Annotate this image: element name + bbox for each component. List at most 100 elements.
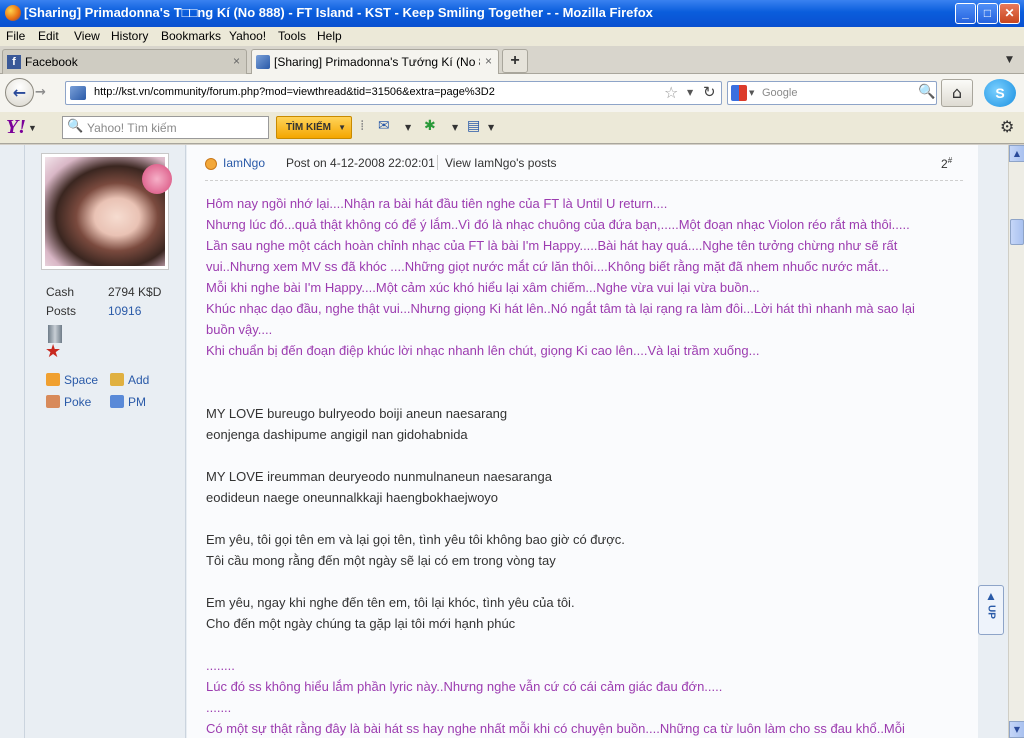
tab-label: Facebook (25, 55, 78, 69)
firefox-icon (5, 5, 21, 21)
tab-facebook[interactable]: f Facebook × (2, 49, 247, 74)
message-line: Mỗi khi nghe bài I'm Happy....Một cảm xú… (206, 280, 760, 295)
close-tab-icon[interactable]: × (485, 54, 492, 68)
yahoo-search-button[interactable]: TÌM KIẾM ▼ (276, 116, 352, 139)
search-bar[interactable]: ▼ Google 🔍 (727, 81, 937, 105)
page-dropdown-icon[interactable]: ▼ (488, 123, 494, 132)
view-posts-link[interactable]: View IamNgo's posts (445, 156, 556, 170)
menu-edit[interactable]: Edit (38, 29, 59, 43)
pm-link[interactable]: PM (110, 395, 146, 409)
scroll-up-button[interactable]: ▲ (1009, 145, 1024, 162)
message-line: MY LOVE bureugo bulryeodo boiji aneun na… (206, 406, 508, 421)
poke-link[interactable]: Poke (46, 395, 91, 409)
poke-icon (46, 395, 60, 408)
message-line: Cho đến một ngày chúng ta gặp lại tôi mớ… (206, 616, 516, 631)
scroll-thumb[interactable] (1010, 219, 1024, 245)
menu-view[interactable]: View (74, 29, 100, 43)
cash-label: Cash (46, 285, 75, 299)
minimize-button[interactable]: _ (955, 3, 976, 24)
menu-history[interactable]: History (111, 29, 148, 43)
address-bar[interactable]: http://kst.vn/community/forum.php?mod=vi… (65, 81, 722, 105)
author-sidebar: Cash 2794 K$D Posts 10916 ★ Space Add Po… (24, 145, 186, 738)
tab-kst-forum[interactable]: [Sharing] Primadonna's Tướng Kí (No 888.… (251, 49, 499, 75)
navigation-toolbar: ← → http://kst.vn/community/forum.php?mo… (0, 74, 1024, 112)
up-arrow-icon: ▲ (985, 589, 997, 603)
medal-icon: ★ (45, 325, 65, 362)
google-icon[interactable] (731, 85, 747, 101)
avatar-flower-decoration (142, 164, 172, 194)
page-icon[interactable]: ▤ (467, 118, 480, 134)
author-link[interactable]: IamNgo (223, 156, 265, 170)
search-icon: 🔍 (67, 119, 84, 134)
yahoo-search-input[interactable]: 🔍 Yahoo! Tìm kiếm (62, 116, 269, 139)
firefox-window: [Sharing] Primadonna's T□□ng Kí (No 888)… (0, 0, 1024, 738)
facebook-icon: f (7, 55, 21, 69)
window-title: [Sharing] Primadonna's T□□ng Kí (No 888)… (24, 5, 653, 20)
post-floor-number[interactable]: 2# (941, 156, 952, 171)
menu-bar: File Edit View History Bookmarks Yahoo! … (0, 27, 1024, 46)
scroll-down-button[interactable]: ▼ (1009, 721, 1024, 738)
posts-value[interactable]: 10916 (108, 304, 141, 318)
mail-icon[interactable]: ✉ (378, 118, 390, 134)
message-line: Em yêu, tôi gọi tên em và lại gọi tên, t… (206, 532, 625, 547)
post-area: IamNgo Post on 4-12-2008 22:02:01 View I… (187, 145, 978, 738)
sparkle-dropdown-icon[interactable]: ▼ (452, 123, 458, 132)
mail-dropdown-icon[interactable]: ▼ (405, 123, 411, 132)
space-link[interactable]: Space (46, 373, 98, 387)
close-button[interactable]: ✕ (999, 3, 1020, 24)
post-header: IamNgo Post on 4-12-2008 22:02:01 View I… (205, 155, 963, 181)
message-line: eodideun naege oneunnalkkaji haengbokhae… (206, 490, 499, 505)
maximize-button[interactable]: □ (977, 3, 998, 24)
forward-button[interactable]: → (35, 83, 55, 103)
menu-help[interactable]: Help (317, 29, 342, 43)
tab-bar: f Facebook × [Sharing] Primadonna's Tướn… (0, 46, 1024, 75)
url-text[interactable]: http://kst.vn/community/forum.php?mod=vi… (94, 86, 495, 98)
message-line: Lần sau nghe một cách hoàn chỉnh nhạc củ… (206, 238, 898, 253)
skype-icon[interactable]: S (984, 79, 1016, 107)
site-identity-icon[interactable] (70, 86, 86, 100)
toolbar-grip-icon: ⁞ (360, 118, 365, 134)
message-line: ....... (206, 700, 232, 715)
search-icon[interactable]: 🔍 (918, 84, 935, 100)
gear-icon[interactable]: ⚙ (1000, 117, 1014, 136)
search-input[interactable]: Google (762, 87, 797, 99)
yahoo-toolbar: Y! ▼ 🔍 Yahoo! Tìm kiếm TÌM KIẾM ▼ ⁞ ✉ ▼ ✱ … (0, 112, 1024, 144)
back-to-top-button[interactable]: ▲ UP (978, 585, 1004, 635)
sparkle-icon[interactable]: ✱ (424, 118, 436, 134)
message-line: eonjenga dashipume angigil nan gidohabni… (206, 427, 468, 442)
cash-value: 2794 K$D (108, 285, 162, 299)
message-line: Nhưng lúc đó...quả thật không có để ý lắ… (206, 217, 910, 232)
message-line: Hôm nay ngồi nhớ lại....Nhận ra bài hát … (206, 196, 668, 211)
message-line: Em yêu, ngay khi nghe đến tên em, tôi lạ… (206, 595, 575, 610)
menu-tools[interactable]: Tools (278, 29, 306, 43)
yahoo-search-placeholder: Yahoo! Tìm kiếm (87, 121, 177, 135)
reload-icon[interactable]: ↻ (703, 83, 716, 101)
menu-file[interactable]: File (6, 29, 25, 43)
add-friend-icon (110, 373, 124, 386)
search-engine-dropdown-icon[interactable]: ▼ (749, 89, 754, 97)
message-line: MY LOVE ireumman deuryeodo nunmulnaneun … (206, 469, 552, 484)
message-line: Lúc đó ss không hiểu lắm phần lyric này.… (206, 679, 723, 694)
yahoo-logo[interactable]: Y! ▼ (6, 116, 37, 139)
page-content: Cash 2794 K$D Posts 10916 ★ Space Add Po… (0, 145, 1008, 738)
bookmark-star-icon[interactable]: ☆ (664, 83, 678, 102)
posts-label: Posts (46, 304, 77, 318)
add-friend-link[interactable]: Add (110, 373, 149, 387)
vertical-scrollbar[interactable]: ▲ ▼ (1008, 145, 1024, 738)
menu-bookmarks[interactable]: Bookmarks (161, 29, 221, 43)
message-line: Có một sự thật rằng đây là bài hát ss ha… (206, 721, 905, 736)
menu-yahoo[interactable]: Yahoo! (229, 29, 266, 43)
home-button[interactable]: ⌂ (941, 79, 973, 107)
tab-label: [Sharing] Primadonna's Tướng Kí (No 888.… (274, 55, 480, 69)
kst-site-icon (256, 55, 270, 69)
url-history-dropdown-icon[interactable]: ▼ (687, 88, 693, 97)
mail-icon (110, 395, 124, 408)
back-button[interactable]: ← (5, 78, 34, 107)
avatar-frame (41, 153, 172, 270)
tab-list-icon[interactable]: ▼ (1006, 55, 1013, 65)
new-tab-button[interactable]: + (502, 49, 528, 73)
close-tab-icon[interactable]: × (233, 54, 240, 68)
online-status-icon (205, 158, 217, 170)
